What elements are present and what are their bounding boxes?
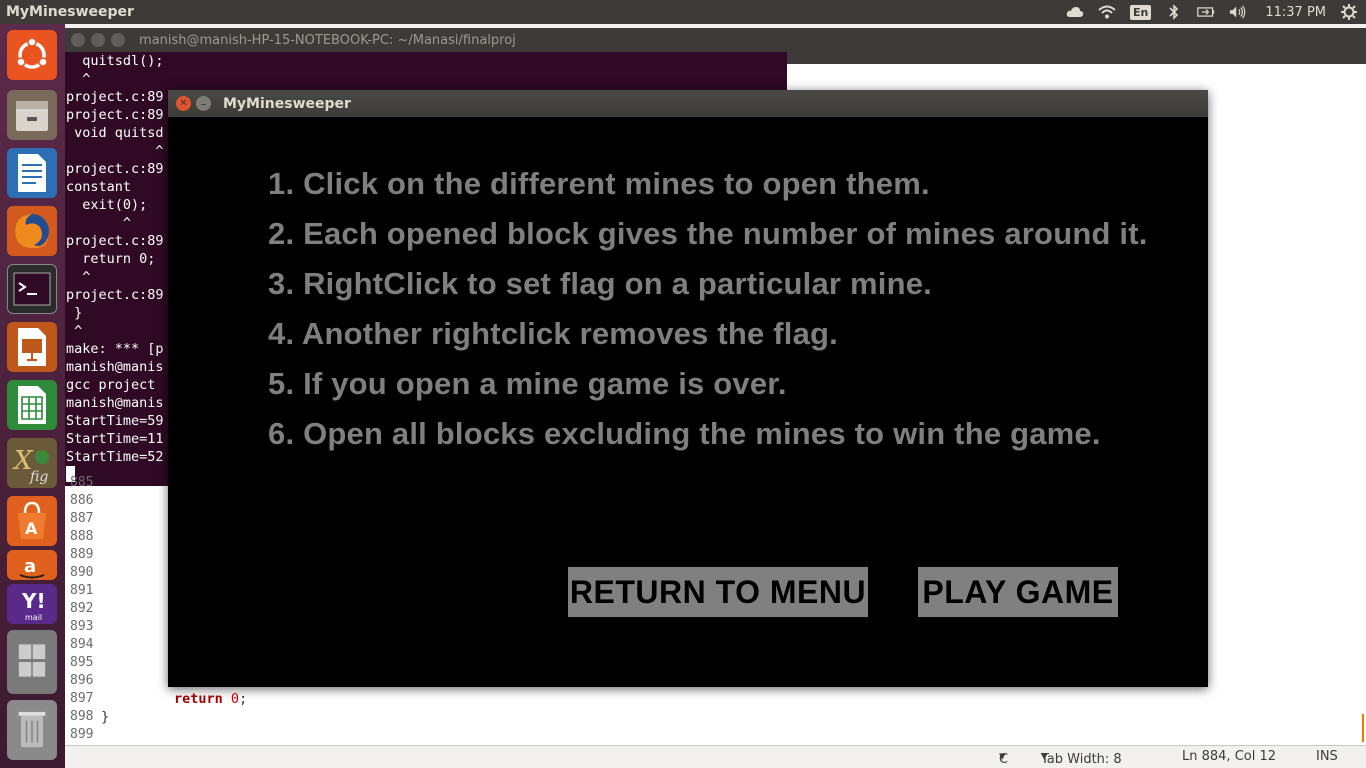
libreoffice-impress-icon[interactable] — [7, 322, 57, 372]
terminal-line: StartTime=11 — [66, 431, 164, 447]
line-number: 893 — [70, 619, 94, 634]
instruction-5: 5. If you open a mine game is over. — [268, 366, 787, 401]
terminal-line: project.c:89 — [66, 161, 164, 177]
libreoffice-writer-icon[interactable] — [7, 148, 57, 198]
instruction-6: 6. Open all blocks excluding the mines t… — [268, 416, 1101, 451]
libreoffice-calc-icon[interactable] — [7, 380, 57, 430]
terminal-line: ^ — [155, 143, 164, 159]
bluetooth-icon[interactable] — [1165, 4, 1183, 20]
line-number: 890 — [70, 565, 94, 580]
wifi-icon[interactable] — [1098, 4, 1116, 20]
minesweeper-titlebar[interactable]: ✕ – MyMinesweeper — [168, 90, 1208, 117]
instruction-2: 2. Each opened block gives the number of… — [268, 216, 1148, 251]
line-number: 892 — [70, 601, 94, 616]
line-number: 891 — [70, 583, 94, 598]
tab-width-selector[interactable]: Tab Width: 8 ▾ — [1041, 749, 1122, 767]
line-number: 886 — [70, 493, 94, 508]
yahoo-mail-icon[interactable]: Y! mail — [7, 584, 57, 624]
ubuntu-software-center-icon[interactable]: A — [7, 496, 57, 546]
terminal-maximize-icon[interactable] — [111, 33, 125, 47]
terminal-line: ^ — [82, 269, 91, 285]
terminal-line: project.c:89 — [66, 233, 164, 249]
amazon-icon[interactable]: a — [7, 550, 57, 580]
terminal-line: project.c:89 — [66, 89, 164, 105]
top-panel: MyMinesweeper En 11:37 PM — [0, 0, 1366, 24]
line-number: 887 — [70, 511, 94, 526]
line-number: 888 — [70, 529, 94, 544]
unity-launcher: Xfig A a Y! mail — [0, 24, 65, 768]
clock[interactable]: 11:37 PM — [1265, 5, 1326, 20]
terminal-line: ^ — [82, 71, 91, 87]
gedit-scrollbar[interactable] — [1362, 714, 1364, 742]
line-number: 889 — [70, 547, 94, 562]
return-to-menu-button[interactable]: RETURN TO MENU — [568, 567, 868, 617]
terminal-line: manish@manis — [66, 395, 164, 411]
line-number: 896 — [70, 673, 94, 688]
xfig-icon[interactable]: Xfig — [7, 438, 57, 488]
svg-text:Y!: Y! — [21, 589, 46, 613]
language-selector[interactable]: C ▾ — [999, 749, 1008, 767]
close-icon[interactable]: ✕ — [176, 96, 191, 111]
cloud-icon[interactable] — [1066, 4, 1084, 20]
line-number: 885 — [70, 475, 94, 490]
settings-gear-icon[interactable] — [1340, 4, 1358, 20]
insert-mode: INS — [1316, 749, 1338, 764]
terminal-titlebar[interactable]: manish@manish-HP-15-NOTEBOOK-PC: ~/Manas… — [65, 28, 787, 52]
keyboard-language-icon[interactable]: En — [1129, 4, 1152, 20]
instruction-4: 4. Another rightclick removes the flag. — [268, 316, 838, 351]
volume-icon[interactable] — [1229, 4, 1247, 20]
terminal-close-icon[interactable] — [71, 33, 85, 47]
terminal-line: return 0; — [82, 251, 156, 267]
terminal-line: constant — [66, 179, 132, 195]
line-number: 897 — [70, 691, 94, 706]
instruction-3: 3. RightClick to set flag on a particula… — [268, 266, 932, 301]
terminal-minimize-icon[interactable] — [91, 33, 105, 47]
terminal-line: } — [74, 305, 83, 321]
terminal-line: exit(0); — [82, 197, 148, 213]
terminal-line: StartTime=52 — [66, 449, 164, 465]
svg-text:mail: mail — [25, 613, 42, 622]
code-line: return 0; — [174, 691, 248, 707]
terminal-line: ^ — [122, 215, 132, 231]
terminal-line: project.c:89 — [66, 287, 164, 303]
minesweeper-window: ✕ – MyMinesweeper 1. Click on the differ… — [168, 90, 1208, 687]
workspace-switcher-icon[interactable] — [7, 630, 57, 694]
terminal-line: ^ — [74, 323, 83, 339]
terminal-title: manish@manish-HP-15-NOTEBOOK-PC: ~/Manas… — [139, 32, 516, 48]
terminal-icon[interactable] — [7, 264, 57, 314]
battery-icon[interactable] — [1197, 4, 1215, 20]
gedit-statusbar: C ▾ Tab Width: 8 ▾ Ln 884, Col 12 INS — [65, 745, 1366, 768]
play-game-button[interactable]: PLAY GAME — [918, 567, 1118, 617]
svg-text:a: a — [24, 556, 36, 577]
line-number: 899 — [70, 727, 94, 742]
line-number: 895 — [70, 655, 94, 670]
active-app-title: MyMinesweeper — [6, 4, 134, 20]
system-tray: En 11:37 PM — [1066, 0, 1366, 24]
terminal-line: project.c:89 — [66, 107, 164, 123]
svg-text:fig: fig — [29, 469, 48, 485]
ubuntu-dash-icon[interactable] — [7, 30, 57, 80]
line-number: 894 — [70, 637, 94, 652]
terminal-line: manish@manis — [66, 359, 164, 375]
instruction-1: 1. Click on the different mines to open … — [268, 166, 930, 201]
minesweeper-title: MyMinesweeper — [223, 95, 351, 112]
firefox-icon[interactable] — [7, 206, 57, 256]
terminal-line: gcc project — [66, 377, 156, 393]
gedit-toolbar — [787, 28, 1366, 64]
minimize-icon[interactable]: – — [196, 96, 211, 111]
cursor-position: Ln 884, Col 12 — [1182, 749, 1277, 764]
files-icon[interactable] — [7, 90, 57, 140]
line-number: 898 — [70, 709, 94, 724]
code-line: } — [101, 709, 110, 725]
terminal-line: make: *** [p — [66, 341, 164, 357]
terminal-line: void quitsd — [74, 125, 164, 141]
trash-icon[interactable] — [7, 700, 57, 760]
svg-text:A: A — [25, 519, 38, 538]
terminal-line: StartTime=59 — [66, 413, 164, 429]
terminal-line: quitsdl(); — [82, 53, 164, 69]
line-number-gutter: 885 886 887 888 889 890 891 892 893 894 895 896 897 8… — [65, 475, 101, 745]
